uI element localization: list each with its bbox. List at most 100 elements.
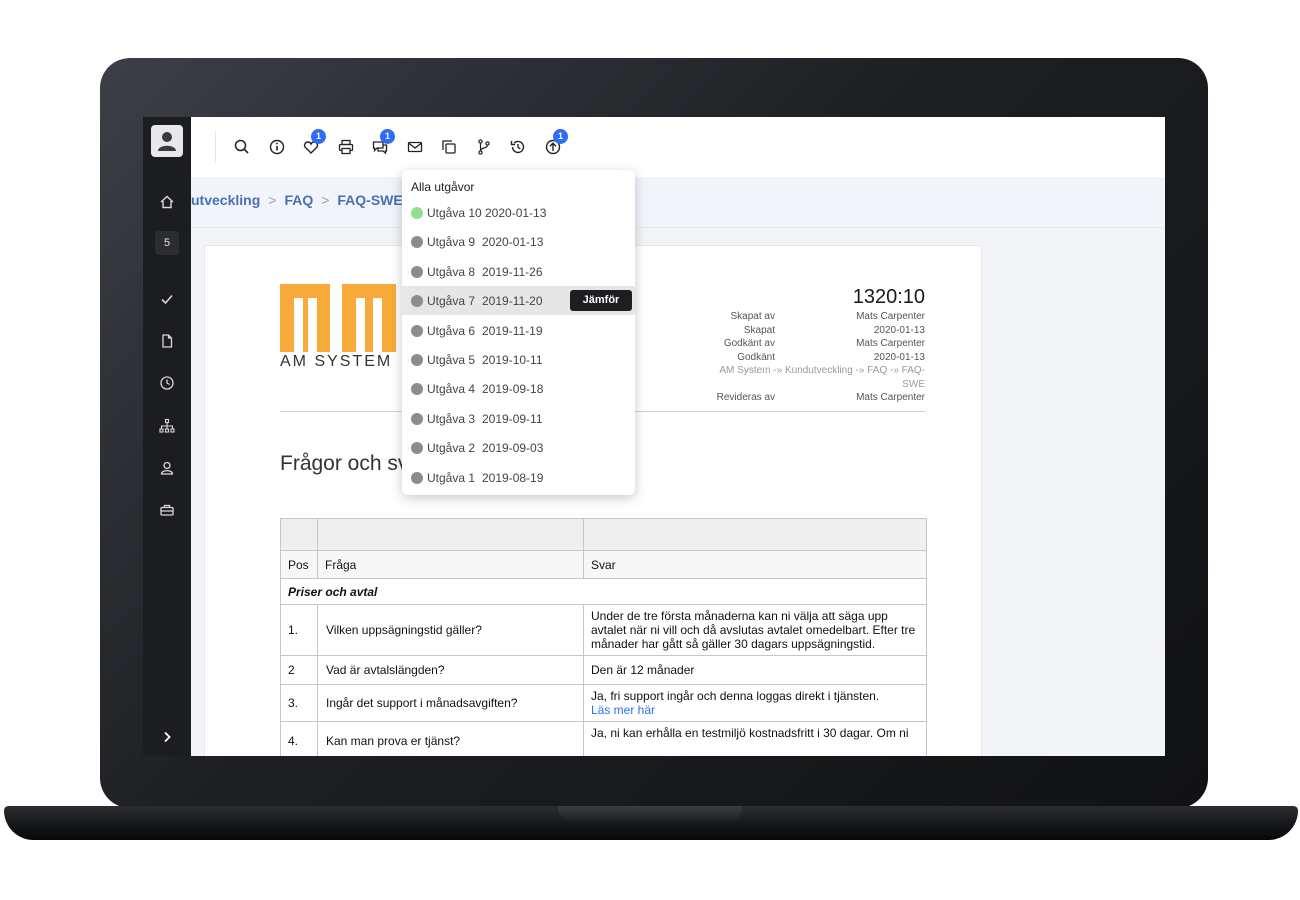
sidebar-count-badge[interactable]: 5 <box>155 231 179 255</box>
version-item[interactable]: Utgåva 3 2019-09-11 <box>402 404 635 433</box>
row-answer: Den är 12 månader <box>583 655 927 685</box>
version-date: 2019-11-20 <box>482 294 543 309</box>
row-answer: Ja, ni kan erhålla en testmiljö kostnads… <box>583 721 927 756</box>
version-date: 2019-11-26 <box>482 264 543 279</box>
breadcrumb-item-kundutveckling[interactable]: utveckling <box>191 192 260 208</box>
document-meta: Skapat av Mats Carpenter Skapat 2020-01-13… <box>655 310 925 405</box>
publish-badge: 1 <box>553 129 568 144</box>
compare-button[interactable]: Jämför <box>570 290 632 312</box>
status-dot-icon <box>411 412 423 425</box>
version-item[interactable]: Utgåva 6 2019-11-19 <box>402 316 635 345</box>
version-date: 2020-01-13 <box>482 235 544 250</box>
toolbar-divider <box>215 131 216 163</box>
mail-icon[interactable] <box>405 137 425 157</box>
comments-button[interactable]: 1 <box>370 129 395 157</box>
meta-key: Skapat <box>743 324 775 336</box>
row-pos: 1. <box>280 604 318 656</box>
version-label: Utgåva 9 <box>427 235 476 250</box>
home-icon[interactable] <box>157 192 177 212</box>
versions-dropdown: Alla utgåvor Utgåva 10 2020-01-13 Utgåva 9… <box>402 170 635 495</box>
header-pos: Pos <box>280 550 318 579</box>
breadcrumb: utveckling>FAQ>FAQ-SWE>F <box>191 192 436 208</box>
row-question: Kan man prova er tjänst? <box>317 721 584 756</box>
copy-icon[interactable] <box>439 137 459 157</box>
read-more-link[interactable]: Läs mer här <box>591 703 919 717</box>
version-label: Utgåva 1 <box>427 470 476 485</box>
meta-key: Revideras av <box>716 392 775 403</box>
meta-row: Godkänt av Mats Carpenter <box>655 337 925 351</box>
version-item[interactable]: Utgåva 1 2019-08-19 <box>402 463 635 492</box>
meta-row: Skapat 2020-01-13 <box>655 324 925 338</box>
laptop-notch <box>558 806 742 822</box>
sidebar: 5 <box>143 117 191 756</box>
comments-badge: 1 <box>380 129 395 144</box>
table-blank-row <box>280 518 927 551</box>
status-dot-icon <box>411 471 423 484</box>
row-pos: 4. <box>280 721 318 756</box>
meta-row: Godkänt 2020-01-13 <box>655 351 925 365</box>
meta-row: Revideras av Mats Carpenter <box>655 391 925 405</box>
faq-table: Pos Fråga Svar Priser och avtal 1. Vilke… <box>280 518 927 756</box>
screen: 5 1 1 1 utveckling > FAQ > FAQ-SWE AM SY… <box>143 117 1165 756</box>
person-icon[interactable] <box>157 458 177 478</box>
info-icon[interactable] <box>267 137 287 157</box>
meta-key: Godkänt av <box>723 338 775 349</box>
chevron-right-icon: > <box>268 192 277 208</box>
version-date: 2019-10-11 <box>482 353 543 367</box>
publish-button[interactable]: 1 <box>543 129 568 157</box>
document-title: Frågor och sv <box>280 452 409 475</box>
table-row: 1. Vilken uppsägningstid gäller? Under d… <box>280 604 927 656</box>
version-date: 2019-09-03 <box>482 441 544 456</box>
header-question: Fråga <box>317 550 584 579</box>
breadcrumb-item-faq[interactable]: FAQ <box>284 192 313 208</box>
version-date: 2019-08-19 <box>482 470 544 485</box>
version-item[interactable]: Utgåva 8 2019-11-26 <box>402 257 635 286</box>
meta-value: 2020-01-13 <box>873 324 925 336</box>
status-dot-icon <box>411 324 423 337</box>
print-icon[interactable] <box>336 137 356 157</box>
meta-value: 2020-01-13 <box>873 351 925 363</box>
breadcrumb-item-faq-swe[interactable]: FAQ-SWE <box>337 192 402 208</box>
document-number: 1320:10 <box>852 286 925 308</box>
version-item[interactable]: Utgåva 9 2020-01-13 <box>402 227 635 256</box>
avatar[interactable] <box>151 125 183 157</box>
version-label: Utgåva 2 <box>427 441 476 456</box>
meta-row: Skapat av Mats Carpenter <box>655 310 925 324</box>
meta-value: Mats Carpenter <box>856 392 925 403</box>
favorite-button[interactable]: 1 <box>301 129 326 157</box>
version-date: 2019-09-11 <box>482 411 543 426</box>
breadcrumb-bar: utveckling>FAQ>FAQ-SWE>F <box>191 177 1165 228</box>
row-question: Vilken uppsägningstid gäller? <box>317 604 584 656</box>
favorites-badge: 1 <box>311 129 326 144</box>
clock-icon[interactable] <box>157 373 177 393</box>
version-label: Utgåva 6 <box>427 323 476 338</box>
history-icon[interactable] <box>508 137 528 157</box>
version-label: Utgåva 3 <box>427 411 476 426</box>
version-item[interactable]: Utgåva 10 2020-01-13 <box>402 198 635 227</box>
check-icon[interactable] <box>157 289 177 309</box>
chevron-right-icon: > <box>321 192 330 208</box>
org-chart-icon[interactable] <box>157 416 177 436</box>
version-item[interactable]: Utgåva 7 2019-11-20 Jämför <box>402 286 635 316</box>
row-answer: Ja, fri support ingår och denna loggas d… <box>591 689 880 703</box>
status-dot-icon <box>411 383 423 396</box>
document-icon[interactable] <box>157 331 177 351</box>
version-label: Utgåva 4 <box>427 382 476 397</box>
version-item[interactable]: Utgåva 2 2019-09-03 <box>402 433 635 462</box>
version-item[interactable]: Utgåva 4 2019-09-18 <box>402 374 635 403</box>
version-label: Utgåva 8 <box>427 264 476 279</box>
table-row: 3. Ingår det support i månadsavgiften? J… <box>280 684 927 722</box>
branch-icon[interactable] <box>474 137 494 157</box>
status-dot-icon <box>411 295 423 308</box>
row-pos: 3. <box>280 684 318 722</box>
chevron-right-icon[interactable] <box>159 729 175 745</box>
meta-value: Mats Carpenter <box>856 338 925 349</box>
version-item[interactable]: Utgåva 5 2019-10-11 <box>402 345 635 374</box>
toolbox-icon[interactable] <box>157 500 177 520</box>
status-dot-icon <box>411 236 423 249</box>
user-icon <box>158 132 176 151</box>
status-dot-icon <box>411 207 423 219</box>
version-date: 2020-01-13 <box>485 206 547 220</box>
search-icon[interactable] <box>232 137 252 157</box>
status-dot-icon <box>411 265 423 278</box>
